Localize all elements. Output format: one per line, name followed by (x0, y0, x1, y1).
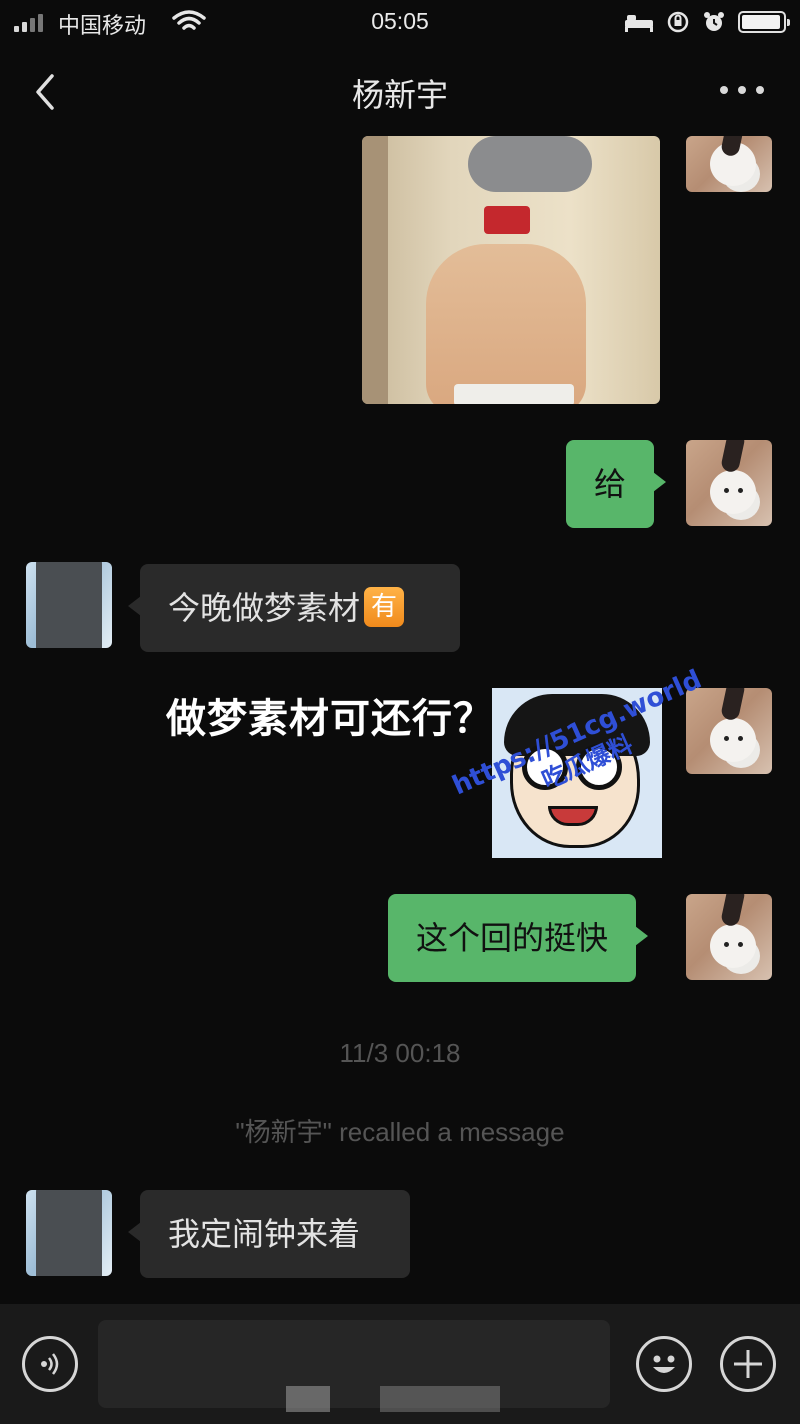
my-avatar[interactable] (686, 894, 772, 980)
input-bar (0, 1304, 800, 1424)
orientation-lock-icon (667, 11, 689, 33)
blur-overlay (380, 1386, 500, 1412)
my-message-bubble[interactable]: 这个回的挺快 (388, 894, 649, 982)
voice-icon[interactable] (22, 1336, 78, 1392)
more-dots-icon[interactable] (720, 78, 764, 102)
contact-message-bubble[interactable]: 我定闹钟来着 (128, 1190, 410, 1278)
contact-avatar[interactable] (26, 1190, 112, 1276)
sticker-caption: 做梦素材可还行？ (166, 696, 494, 742)
message-input[interactable] (98, 1320, 610, 1408)
status-icons (624, 8, 790, 36)
chat-header: 杨新宇 (0, 56, 800, 126)
bed-icon (625, 15, 653, 32)
blur-overlay (286, 1386, 330, 1412)
emoji-you-icon: 有 (364, 587, 405, 627)
message-text: 给 (594, 465, 627, 503)
message-timestamp: 11/3 00:18 (339, 1038, 461, 1068)
my-message-bubble[interactable]: 给 (566, 440, 667, 528)
chat-title: 杨新宇 (351, 76, 448, 114)
message-text: 今晚做梦素材 (168, 589, 361, 627)
contact-avatar[interactable] (26, 562, 112, 648)
status-bar: 中国移动 05:05 (0, 0, 800, 44)
alarm-icon (704, 12, 724, 31)
contact-message-bubble[interactable]: 今晚做梦素材有 (128, 564, 460, 652)
plus-icon[interactable] (720, 1336, 776, 1392)
recall-notice: "杨新宇" recalled a message (235, 1117, 565, 1147)
my-avatar[interactable] (686, 440, 772, 526)
my-avatar[interactable] (686, 136, 772, 192)
emoji-smile-icon[interactable] (636, 1336, 692, 1392)
battery-icon (738, 11, 790, 33)
chat-image-photo[interactable] (362, 136, 660, 404)
message-text: 这个回的挺快 (416, 919, 609, 957)
message-text: 我定闹钟来着 (168, 1215, 361, 1253)
